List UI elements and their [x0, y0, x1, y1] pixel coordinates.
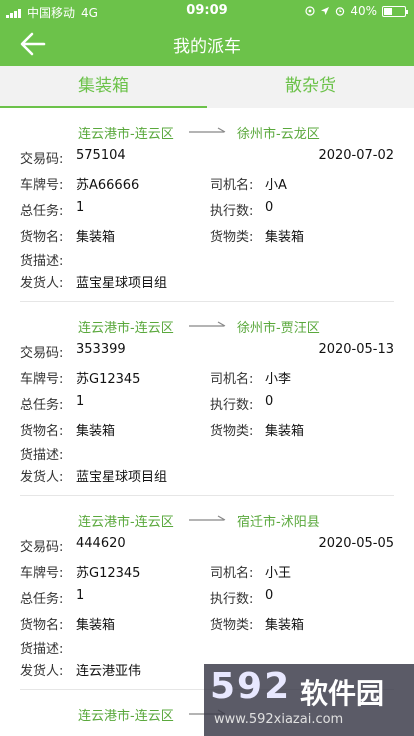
shipper-label: 发货人: — [20, 470, 64, 485]
plate-label: 车牌号: — [20, 178, 64, 193]
trade-no-value: 575104 — [76, 148, 126, 163]
goods-type-value: 集装箱 — [265, 230, 305, 245]
trade-no-label: 交易码: — [20, 152, 64, 167]
goods-name-value: 集装箱 — [76, 230, 116, 245]
route-arrow-icon — [189, 321, 226, 327]
total-tasks-value: 1 — [76, 394, 85, 409]
total-tasks-label: 总任务: — [20, 398, 64, 413]
goods-name-value: 集装箱 — [76, 618, 116, 633]
route-to: 徐州市-贾汪区 — [237, 321, 320, 336]
goods-name-value: 集装箱 — [76, 424, 116, 439]
trade-no-label: 交易码: — [20, 540, 64, 555]
trade-no-value: 353399 — [76, 342, 126, 357]
goods-name-label: 货物名: — [20, 230, 64, 245]
watermark-brand: 软件园 — [300, 677, 385, 710]
dispatch-card[interactable]: 连云港市-连云区 徐州市-贾汪区 交易码: 353399 2020-05-13 … — [0, 302, 414, 496]
goods-desc-label: 货描述: — [20, 448, 64, 463]
order-date: 2020-05-13 — [318, 342, 394, 357]
order-date: 2020-07-02 — [318, 148, 394, 163]
route-to: 宿迁市-沭阳县 — [237, 515, 320, 530]
goods-name-label: 货物名: — [20, 424, 64, 439]
executed-label: 执行数: — [210, 592, 254, 607]
goods-type-label: 货物类: — [210, 618, 254, 633]
executed-value: 0 — [265, 588, 274, 603]
watermark-url: www.592xiazai.com — [214, 712, 344, 727]
watermark: 592 软件园 www.592xiazai.com — [204, 664, 414, 736]
executed-label: 执行数: — [210, 398, 254, 413]
plate-value: 苏G12345 — [76, 566, 141, 581]
route: 连云港市-连云区 徐州市-云龙区 — [0, 122, 414, 142]
plate-label: 车牌号: — [20, 566, 64, 581]
goods-type-value: 集装箱 — [265, 424, 305, 439]
shipper-value: 连云港亚伟 — [76, 664, 142, 679]
driver-label: 司机名: — [210, 372, 254, 387]
executed-label: 执行数: — [210, 204, 254, 219]
battery-percent: 40% — [350, 4, 377, 18]
shipper-value: 蓝宝星球项目组 — [76, 276, 168, 291]
driver-value: 小王 — [265, 566, 292, 581]
route: 连云港市-连云区 宿迁市-沭阳县 — [0, 510, 414, 530]
goods-desc-label: 货描述: — [20, 642, 64, 657]
goods-name-label: 货物名: — [20, 618, 64, 633]
plate-value: 苏G12345 — [76, 372, 141, 387]
navigation-icon — [321, 7, 330, 15]
shipper-value: 蓝宝星球项目组 — [76, 470, 168, 485]
total-tasks-label: 总任务: — [20, 592, 64, 607]
trade-no-label: 交易码: — [20, 346, 64, 361]
total-tasks-value: 1 — [76, 588, 85, 603]
dispatch-card[interactable]: 连云港市-连云区 徐州市-云龙区 交易码: 575104 2020-07-02 … — [0, 108, 414, 302]
driver-label: 司机名: — [210, 566, 254, 581]
tab-bulk-cargo-label: 散杂货 — [285, 76, 336, 96]
tab-bulk-cargo[interactable]: 散杂货 — [207, 66, 414, 108]
total-tasks-value: 1 — [76, 200, 85, 215]
page-title: 我的派车 — [173, 37, 241, 57]
route-from: 连云港市-连云区 — [78, 127, 174, 142]
route-to: 徐州市-云龙区 — [237, 127, 320, 142]
executed-value: 0 — [265, 200, 274, 215]
shipper-label: 发货人: — [20, 276, 64, 291]
watermark-number: 592 — [210, 666, 292, 707]
plate-label: 车牌号: — [20, 372, 64, 387]
route-arrow-icon — [189, 515, 226, 521]
driver-value: 小李 — [265, 372, 292, 387]
driver-label: 司机名: — [210, 178, 254, 193]
goods-type-value: 集装箱 — [265, 618, 305, 633]
battery-icon — [382, 5, 408, 17]
route: 连云港市-连云区 徐州市-贾汪区 — [0, 316, 414, 336]
status-bar: 中国移动 4G 09:09 40% — [0, 0, 414, 22]
tab-bar: 集装箱 散杂货 — [0, 66, 414, 108]
alarm-icon — [336, 7, 345, 16]
total-tasks-label: 总任务: — [20, 204, 64, 219]
navigation-bar: 我的派车 — [0, 22, 414, 66]
dispatch-card[interactable]: 连云港市-连云区 宿迁市-沭阳县 交易码: 444620 2020-05-05 … — [0, 496, 414, 690]
order-date: 2020-05-05 — [318, 536, 394, 551]
route-from: 连云港市-连云区 — [78, 709, 174, 724]
app-header: 中国移动 4G 09:09 40% 我的派车 — [0, 0, 414, 66]
shipper-label: 发货人: — [20, 664, 64, 679]
plate-value: 苏A66666 — [76, 178, 140, 193]
executed-value: 0 — [265, 394, 274, 409]
location-icon — [305, 6, 315, 16]
goods-type-label: 货物类: — [210, 424, 254, 439]
driver-value: 小A — [265, 178, 287, 193]
goods-desc-label: 货描述: — [20, 254, 64, 269]
goods-type-label: 货物类: — [210, 230, 254, 245]
route-from: 连云港市-连云区 — [78, 515, 174, 530]
route-from: 连云港市-连云区 — [78, 321, 174, 336]
route-arrow-icon — [189, 127, 226, 133]
tab-container-label: 集装箱 — [78, 76, 129, 96]
tab-container[interactable]: 集装箱 — [0, 66, 207, 108]
trade-no-value: 444620 — [76, 536, 126, 551]
